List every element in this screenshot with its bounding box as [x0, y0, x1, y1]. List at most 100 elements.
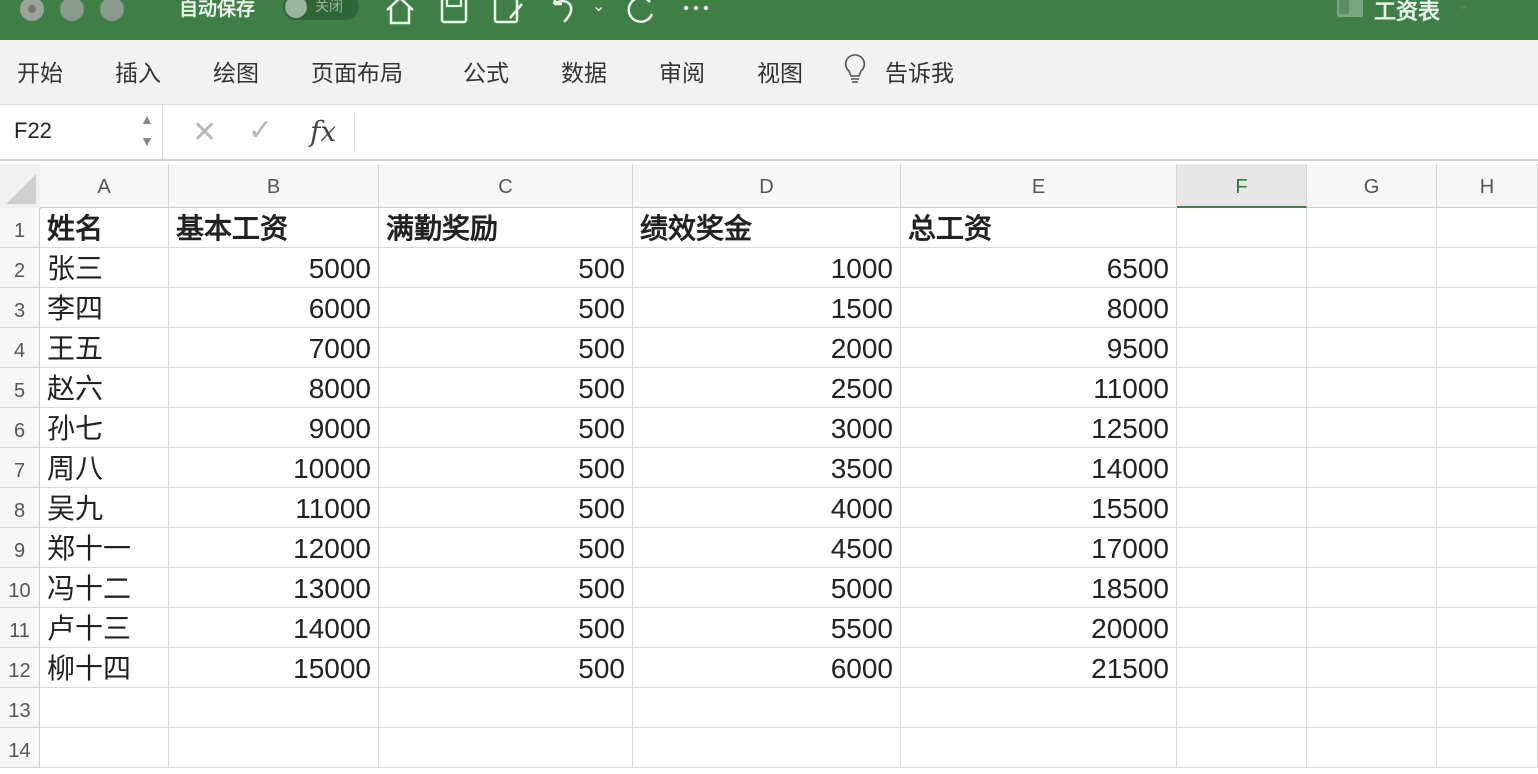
cell-f5[interactable]	[1177, 368, 1307, 408]
maximize-window-button[interactable]	[100, 0, 124, 21]
cell-c5[interactable]: 500	[379, 368, 633, 408]
tab-draw[interactable]: 绘图	[213, 54, 259, 88]
cell-f8[interactable]	[1177, 488, 1307, 528]
cell-g5[interactable]	[1307, 368, 1437, 408]
cell-b6[interactable]: 9000	[169, 408, 379, 448]
cell-g12[interactable]	[1307, 648, 1437, 688]
row-header-1[interactable]: 1	[0, 208, 40, 248]
cell-c11[interactable]: 500	[379, 608, 633, 648]
tab-formulas[interactable]: 公式	[463, 54, 509, 88]
redo-icon[interactable]	[622, 0, 658, 28]
column-header-d[interactable]: D	[633, 164, 901, 208]
row-header-9[interactable]: 9	[0, 528, 40, 568]
cell-e9[interactable]: 17000	[901, 528, 1177, 568]
column-header-a[interactable]: A	[40, 164, 169, 208]
row-header-6[interactable]: 6	[0, 408, 40, 448]
cell-g10[interactable]	[1307, 568, 1437, 608]
cell-h8[interactable]	[1437, 488, 1538, 528]
cell-b3[interactable]: 6000	[169, 288, 379, 328]
cell-d14[interactable]	[633, 728, 901, 768]
cell-g8[interactable]	[1307, 488, 1437, 528]
cell-g1[interactable]	[1307, 208, 1437, 248]
undo-dropdown-chevron-icon[interactable]: ⌄	[592, 0, 605, 16]
cell-c9[interactable]: 500	[379, 528, 633, 568]
tell-me-search[interactable]: 告诉我	[885, 54, 954, 88]
cell-b13[interactable]	[169, 688, 379, 728]
cell-a9[interactable]: 郑十一	[40, 528, 169, 568]
cell-g4[interactable]	[1307, 328, 1437, 368]
cell-c7[interactable]: 500	[379, 448, 633, 488]
cell-d7[interactable]: 3500	[633, 448, 901, 488]
cell-g11[interactable]	[1307, 608, 1437, 648]
column-header-b[interactable]: B	[169, 164, 379, 208]
cell-f6[interactable]	[1177, 408, 1307, 448]
minimize-window-button[interactable]	[60, 0, 84, 21]
tab-view[interactable]: 视图	[757, 54, 803, 88]
cell-e14[interactable]	[901, 728, 1177, 768]
column-header-f[interactable]: F	[1177, 164, 1307, 208]
cell-g2[interactable]	[1307, 248, 1437, 288]
cell-b9[interactable]: 12000	[169, 528, 379, 568]
cell-a12[interactable]: 柳十四	[40, 648, 169, 688]
row-header-3[interactable]: 3	[0, 288, 40, 328]
cell-e13[interactable]	[901, 688, 1177, 728]
cell-h6[interactable]	[1437, 408, 1538, 448]
cell-c12[interactable]: 500	[379, 648, 633, 688]
cancel-formula-icon[interactable]: ✕	[192, 115, 217, 150]
autosave-toggle[interactable]: 关闭	[283, 0, 359, 20]
cell-a2[interactable]: 张三	[40, 248, 169, 288]
name-box-down-arrow-icon[interactable]: ▼	[140, 133, 154, 149]
cell-c6[interactable]: 500	[379, 408, 633, 448]
title-chevron-down-icon[interactable]: ⌄	[1458, 0, 1470, 13]
cell-h2[interactable]	[1437, 248, 1538, 288]
cell-f3[interactable]	[1177, 288, 1307, 328]
cell-f14[interactable]	[1177, 728, 1307, 768]
cell-a10[interactable]: 冯十二	[40, 568, 169, 608]
cell-c1[interactable]: 满勤奖励	[379, 208, 633, 248]
cell-h9[interactable]	[1437, 528, 1538, 568]
cell-f2[interactable]	[1177, 248, 1307, 288]
cell-e12[interactable]: 21500	[901, 648, 1177, 688]
cell-e6[interactable]: 12500	[901, 408, 1177, 448]
cell-g7[interactable]	[1307, 448, 1437, 488]
row-header-7[interactable]: 7	[0, 448, 40, 488]
row-header-4[interactable]: 4	[0, 328, 40, 368]
tab-page-layout[interactable]: 页面布局	[311, 54, 403, 88]
cell-e3[interactable]: 8000	[901, 288, 1177, 328]
cell-d2[interactable]: 1000	[633, 248, 901, 288]
cell-g13[interactable]	[1307, 688, 1437, 728]
cell-d6[interactable]: 3000	[633, 408, 901, 448]
cell-a7[interactable]: 周八	[40, 448, 169, 488]
cell-f9[interactable]	[1177, 528, 1307, 568]
row-header-11[interactable]: 11	[0, 608, 40, 648]
column-header-h[interactable]: H	[1437, 164, 1538, 208]
row-header-14[interactable]: 14	[0, 728, 40, 768]
column-header-c[interactable]: C	[379, 164, 633, 208]
cell-e2[interactable]: 6500	[901, 248, 1177, 288]
tab-home[interactable]: 开始	[17, 54, 63, 88]
cell-a4[interactable]: 王五	[40, 328, 169, 368]
cell-f1[interactable]	[1177, 208, 1307, 248]
cell-d10[interactable]: 5000	[633, 568, 901, 608]
cell-d8[interactable]: 4000	[633, 488, 901, 528]
tab-insert[interactable]: 插入	[115, 54, 161, 88]
tab-data[interactable]: 数据	[561, 54, 607, 88]
column-header-e[interactable]: E	[901, 164, 1177, 208]
cell-e1[interactable]: 总工资	[901, 208, 1177, 248]
home-icon[interactable]	[382, 0, 418, 28]
row-header-10[interactable]: 10	[0, 568, 40, 608]
row-header-2[interactable]: 2	[0, 248, 40, 288]
cell-h7[interactable]	[1437, 448, 1538, 488]
cell-g9[interactable]	[1307, 528, 1437, 568]
save-icon[interactable]	[436, 0, 472, 28]
cell-b7[interactable]: 10000	[169, 448, 379, 488]
cell-d4[interactable]: 2000	[633, 328, 901, 368]
cell-h10[interactable]	[1437, 568, 1538, 608]
select-all-corner[interactable]	[0, 164, 41, 209]
cell-b12[interactable]: 15000	[169, 648, 379, 688]
document-title[interactable]: 工资表	[1374, 0, 1440, 26]
confirm-formula-icon[interactable]: ✓	[248, 113, 273, 148]
cell-a1[interactable]: 姓名	[40, 208, 169, 248]
cell-c10[interactable]: 500	[379, 568, 633, 608]
row-header-12[interactable]: 12	[0, 648, 40, 688]
